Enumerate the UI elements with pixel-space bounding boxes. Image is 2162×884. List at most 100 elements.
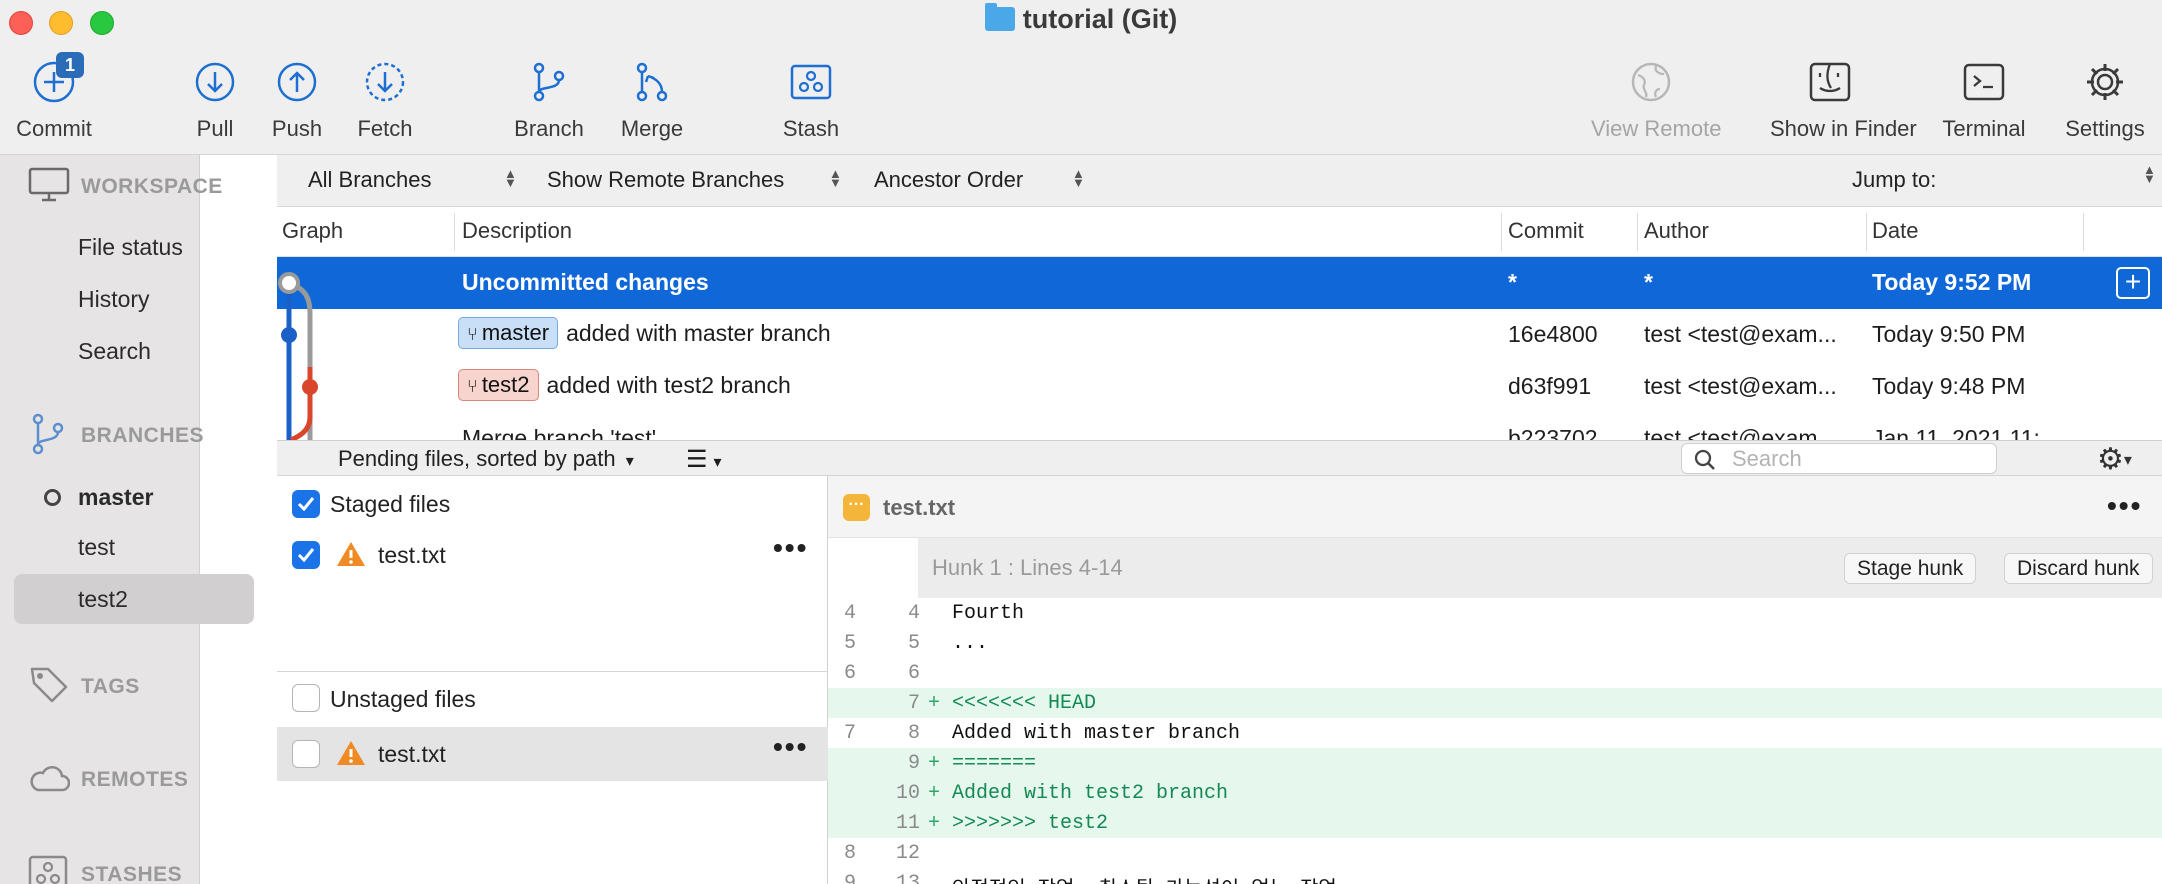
- sidebar-section-remotes[interactable]: REMOTES: [0, 760, 200, 800]
- branch-label-test2[interactable]: ⑂ test2: [458, 369, 539, 401]
- diff-line-added: 11 + >>>>>>> test2: [828, 808, 2162, 838]
- diff-line-added: 9 + =======: [828, 748, 2162, 778]
- branch-filter-select[interactable]: All Branches: [308, 167, 432, 193]
- remotes-heading: REMOTES: [81, 768, 189, 791]
- current-branch-icon: [44, 488, 61, 506]
- chevron-down-icon: ▾: [625, 453, 634, 470]
- show-in-finder-button[interactable]: Show in Finder: [1770, 56, 1917, 142]
- sidebar-branch-test[interactable]: test: [14, 522, 254, 572]
- commit-date: Today 9:52 PM: [1872, 269, 2032, 295]
- branch-icon: [489, 56, 609, 108]
- commit-table-header: Graph Description Commit Author Date: [277, 207, 2162, 257]
- stash-icon: [751, 56, 871, 108]
- commit-row[interactable]: Merge branch 'test' b223702 test <test@e…: [277, 413, 2162, 440]
- master-commit-node: [281, 327, 297, 343]
- unstaged-file-checkbox[interactable]: [292, 740, 320, 768]
- commit-description: added with master branch: [566, 320, 831, 346]
- view-remote-label: View Remote: [1591, 116, 1722, 141]
- file-name: test.txt: [378, 542, 446, 568]
- globe-icon: [1591, 56, 1711, 108]
- list-icon: ☰: [686, 446, 708, 473]
- monitor-icon: [28, 167, 70, 208]
- select-arrows-icon: ▲ ▼: [1072, 166, 1085, 190]
- sidebar: WORKSPACE File status History Search BRA…: [0, 155, 254, 884]
- fetch-label: Fetch: [357, 116, 413, 141]
- sidebar-section-workspace[interactable]: WORKSPACE: [0, 167, 222, 208]
- branch-tag-text: master: [481, 320, 550, 345]
- stage-hunk-button[interactable]: Stage hunk: [1844, 553, 1977, 584]
- remote-branches-select[interactable]: Show Remote Branches: [547, 167, 784, 193]
- settings-button[interactable]: Settings: [2045, 56, 2162, 142]
- sidebar-item-search[interactable]: Search: [78, 338, 151, 365]
- staged-file-checkbox[interactable]: [292, 541, 320, 569]
- show-in-finder-label: Show in Finder: [1770, 116, 1917, 141]
- diff-pane: ··· test.txt ••• Hunk 1 : Lines 4-14 Sta…: [828, 476, 2162, 884]
- more-options-icon[interactable]: •••: [773, 532, 808, 564]
- unstaged-files-checkbox[interactable]: [292, 684, 320, 712]
- commit-hash: *: [1508, 269, 1517, 295]
- more-options-icon[interactable]: •••: [2107, 490, 2142, 522]
- terminal-button[interactable]: Terminal: [1924, 56, 2044, 142]
- select-arrows-icon: ▲ ▼: [829, 166, 842, 190]
- commit-row[interactable]: Uncommitted changes * * Today 9:52 PM +: [277, 257, 2162, 309]
- staged-file-row[interactable]: test.txt •••: [277, 528, 828, 578]
- commit-row[interactable]: ⑂ master added with master branch 16e4800 …: [277, 309, 2162, 361]
- merge-button[interactable]: Merge: [592, 56, 712, 142]
- sidebar-branch-test2[interactable]: test2: [14, 574, 254, 624]
- modified-file-icon: ···: [843, 494, 870, 521]
- col-author[interactable]: Author: [1644, 218, 1709, 244]
- more-options-icon[interactable]: •••: [773, 731, 808, 763]
- branch-icon: [28, 412, 68, 461]
- col-date[interactable]: Date: [1872, 218, 1918, 244]
- branch-name: test: [78, 533, 116, 560]
- fetch-icon: [325, 56, 445, 108]
- col-description[interactable]: Description: [462, 218, 572, 244]
- unstaged-file-row[interactable]: test.txt •••: [277, 727, 828, 781]
- branch-label-master[interactable]: ⑂ master: [458, 317, 559, 349]
- commit-row[interactable]: ⑂ test2 added with test2 branch d63f991 te…: [277, 361, 2162, 413]
- commit-hash: 16e4800: [1508, 321, 1598, 347]
- commit-date: Today 9:50 PM: [1872, 321, 2026, 347]
- col-commit[interactable]: Commit: [1508, 218, 1584, 244]
- order-select[interactable]: Ancestor Order: [874, 167, 1023, 193]
- select-arrows-icon: ▲ ▼: [504, 166, 517, 190]
- diff-line-added: 7 + <<<<<<< HEAD: [828, 688, 2162, 718]
- add-icon[interactable]: +: [2116, 267, 2150, 299]
- sidebar-item-file-status[interactable]: File status: [78, 234, 183, 261]
- hunk-header: Hunk 1 : Lines 4-14 Stage hunk Discard h…: [918, 538, 2162, 598]
- stash-button[interactable]: Stash: [751, 56, 871, 142]
- toolbar: tutorial (Git) Commit 1 Pull Push Fetch …: [0, 0, 2162, 155]
- stash-icon: [28, 855, 68, 884]
- diff-line: 913안정적인 작업, 취소될 가능성이 없는 작업: [844, 872, 1337, 884]
- conflict-warning-icon: [337, 741, 365, 765]
- discard-hunk-button[interactable]: Discard hunk: [2004, 553, 2153, 584]
- sidebar-section-stashes[interactable]: STASHES: [0, 855, 200, 884]
- col-graph[interactable]: Graph: [282, 218, 343, 244]
- diff-file-name: test.txt: [883, 495, 956, 520]
- view-remote-button[interactable]: View Remote: [1591, 56, 1722, 142]
- gear-icon: [2045, 56, 2162, 108]
- view-mode-menu[interactable]: ☰ ▾: [686, 445, 722, 474]
- branch-label: Branch: [514, 116, 584, 141]
- tags-heading: TAGS: [81, 675, 140, 698]
- branch-button[interactable]: Branch: [489, 56, 609, 142]
- sidebar-item-history[interactable]: History: [78, 286, 150, 313]
- sidebar-section-tags[interactable]: TAGS: [0, 667, 200, 707]
- staged-files-heading: Staged files: [330, 491, 451, 517]
- conflict-warning-icon: [337, 542, 365, 566]
- staged-files-checkbox[interactable]: [292, 490, 320, 518]
- branch-name: test2: [78, 585, 128, 612]
- fetch-button[interactable]: Fetch: [325, 56, 445, 142]
- diff-line: 5 5...: [844, 632, 989, 655]
- sidebar-section-branches[interactable]: BRANCHES: [0, 413, 204, 456]
- action-gear-menu[interactable]: ⚙▾: [2097, 442, 2132, 477]
- search-input[interactable]: [1732, 446, 1982, 472]
- pending-sort-menu[interactable]: Pending files, sorted by path ▾: [338, 446, 634, 472]
- jump-to-select[interactable]: ▲ ▼: [2143, 163, 2156, 185]
- search-field[interactable]: [1681, 443, 1997, 474]
- sidebar-branch-master[interactable]: master: [14, 472, 254, 522]
- diff-line: 66: [844, 662, 920, 685]
- commit-description-cell: ⑂ test2 added with test2 branch: [458, 369, 791, 401]
- file-list-pane: Staged files test.txt ••• Unstaged files…: [277, 476, 828, 884]
- diff-line-added: 10 + Added with test2 branch: [828, 778, 2162, 808]
